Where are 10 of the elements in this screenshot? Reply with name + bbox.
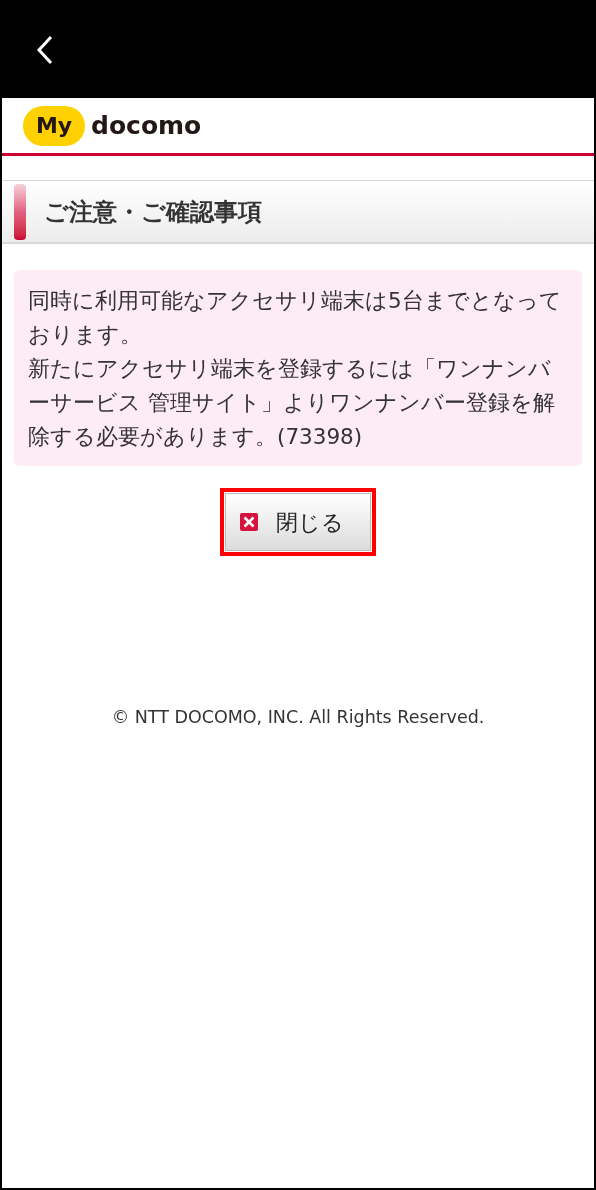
close-icon [240, 513, 258, 531]
logo-wordmark: docomo [91, 113, 202, 138]
back-icon[interactable] [36, 35, 54, 65]
section-title: ご注意・ご確認事項 [44, 196, 262, 228]
notice-message: 新たにアクセサリ端末を登録するには「ワンナンバーサービス 管理サイト」よりワンナンバー登録を解除する必要があります。(73398) [28, 355, 556, 451]
logo-badge: My [23, 105, 85, 146]
copyright-text: © NTT DOCOMO, INC. All Rights Reserved. [111, 706, 485, 729]
close-button[interactable]: 閉じる [225, 493, 371, 551]
accent-bar [14, 183, 26, 240]
notice-message: 同時に利用可能なアクセサリ端末は5台までとなっております。 [28, 287, 563, 349]
